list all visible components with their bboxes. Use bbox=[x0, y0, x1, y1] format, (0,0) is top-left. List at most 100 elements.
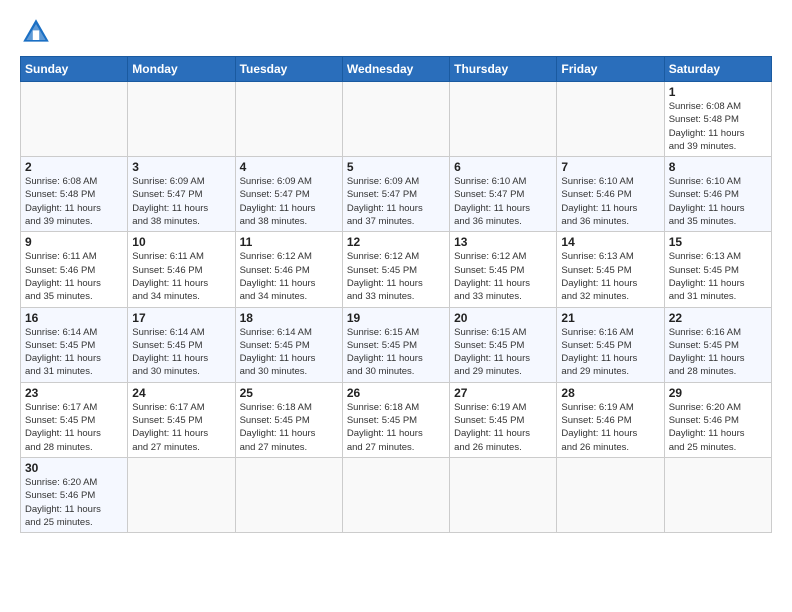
day-info: Sunrise: 6:17 AM Sunset: 5:45 PM Dayligh… bbox=[132, 401, 230, 454]
day-number: 29 bbox=[669, 386, 767, 400]
day-info: Sunrise: 6:17 AM Sunset: 5:45 PM Dayligh… bbox=[25, 401, 123, 454]
calendar-cell bbox=[235, 82, 342, 157]
day-number: 6 bbox=[454, 160, 552, 174]
header bbox=[20, 16, 772, 48]
calendar-cell: 23Sunrise: 6:17 AM Sunset: 5:45 PM Dayli… bbox=[21, 382, 128, 457]
weekday-header-row: SundayMondayTuesdayWednesdayThursdayFrid… bbox=[21, 57, 772, 82]
week-row-3: 9Sunrise: 6:11 AM Sunset: 5:46 PM Daylig… bbox=[21, 232, 772, 307]
day-info: Sunrise: 6:19 AM Sunset: 5:46 PM Dayligh… bbox=[561, 401, 659, 454]
day-info: Sunrise: 6:12 AM Sunset: 5:45 PM Dayligh… bbox=[454, 250, 552, 303]
calendar-cell: 4Sunrise: 6:09 AM Sunset: 5:47 PM Daylig… bbox=[235, 157, 342, 232]
day-number: 20 bbox=[454, 311, 552, 325]
day-number: 14 bbox=[561, 235, 659, 249]
day-info: Sunrise: 6:18 AM Sunset: 5:45 PM Dayligh… bbox=[347, 401, 445, 454]
calendar-cell: 9Sunrise: 6:11 AM Sunset: 5:46 PM Daylig… bbox=[21, 232, 128, 307]
logo bbox=[20, 16, 56, 48]
week-row-1: 1Sunrise: 6:08 AM Sunset: 5:48 PM Daylig… bbox=[21, 82, 772, 157]
day-number: 9 bbox=[25, 235, 123, 249]
calendar-cell bbox=[342, 457, 449, 532]
calendar-cell bbox=[128, 457, 235, 532]
calendar-cell: 12Sunrise: 6:12 AM Sunset: 5:45 PM Dayli… bbox=[342, 232, 449, 307]
calendar-cell: 27Sunrise: 6:19 AM Sunset: 5:45 PM Dayli… bbox=[450, 382, 557, 457]
day-info: Sunrise: 6:12 AM Sunset: 5:46 PM Dayligh… bbox=[240, 250, 338, 303]
calendar-cell: 20Sunrise: 6:15 AM Sunset: 5:45 PM Dayli… bbox=[450, 307, 557, 382]
day-number: 22 bbox=[669, 311, 767, 325]
calendar-cell: 8Sunrise: 6:10 AM Sunset: 5:46 PM Daylig… bbox=[664, 157, 771, 232]
weekday-header-tuesday: Tuesday bbox=[235, 57, 342, 82]
day-info: Sunrise: 6:20 AM Sunset: 5:46 PM Dayligh… bbox=[669, 401, 767, 454]
logo-icon bbox=[20, 16, 52, 48]
calendar-cell: 29Sunrise: 6:20 AM Sunset: 5:46 PM Dayli… bbox=[664, 382, 771, 457]
calendar-cell: 13Sunrise: 6:12 AM Sunset: 5:45 PM Dayli… bbox=[450, 232, 557, 307]
day-number: 28 bbox=[561, 386, 659, 400]
day-number: 23 bbox=[25, 386, 123, 400]
weekday-header-monday: Monday bbox=[128, 57, 235, 82]
calendar-cell: 6Sunrise: 6:10 AM Sunset: 5:47 PM Daylig… bbox=[450, 157, 557, 232]
week-row-2: 2Sunrise: 6:08 AM Sunset: 5:48 PM Daylig… bbox=[21, 157, 772, 232]
calendar-cell bbox=[235, 457, 342, 532]
day-info: Sunrise: 6:19 AM Sunset: 5:45 PM Dayligh… bbox=[454, 401, 552, 454]
calendar-cell: 10Sunrise: 6:11 AM Sunset: 5:46 PM Dayli… bbox=[128, 232, 235, 307]
week-row-4: 16Sunrise: 6:14 AM Sunset: 5:45 PM Dayli… bbox=[21, 307, 772, 382]
day-number: 25 bbox=[240, 386, 338, 400]
day-number: 26 bbox=[347, 386, 445, 400]
calendar-cell: 24Sunrise: 6:17 AM Sunset: 5:45 PM Dayli… bbox=[128, 382, 235, 457]
day-number: 12 bbox=[347, 235, 445, 249]
day-number: 30 bbox=[25, 461, 123, 475]
weekday-header-sunday: Sunday bbox=[21, 57, 128, 82]
calendar-cell bbox=[21, 82, 128, 157]
calendar-cell bbox=[450, 82, 557, 157]
week-row-6: 30Sunrise: 6:20 AM Sunset: 5:46 PM Dayli… bbox=[21, 457, 772, 532]
day-number: 3 bbox=[132, 160, 230, 174]
weekday-header-friday: Friday bbox=[557, 57, 664, 82]
day-info: Sunrise: 6:11 AM Sunset: 5:46 PM Dayligh… bbox=[132, 250, 230, 303]
day-info: Sunrise: 6:08 AM Sunset: 5:48 PM Dayligh… bbox=[25, 175, 123, 228]
weekday-header-saturday: Saturday bbox=[664, 57, 771, 82]
day-info: Sunrise: 6:11 AM Sunset: 5:46 PM Dayligh… bbox=[25, 250, 123, 303]
calendar-cell: 3Sunrise: 6:09 AM Sunset: 5:47 PM Daylig… bbox=[128, 157, 235, 232]
calendar-cell: 26Sunrise: 6:18 AM Sunset: 5:45 PM Dayli… bbox=[342, 382, 449, 457]
week-row-5: 23Sunrise: 6:17 AM Sunset: 5:45 PM Dayli… bbox=[21, 382, 772, 457]
day-info: Sunrise: 6:13 AM Sunset: 5:45 PM Dayligh… bbox=[561, 250, 659, 303]
calendar-cell: 15Sunrise: 6:13 AM Sunset: 5:45 PM Dayli… bbox=[664, 232, 771, 307]
day-number: 15 bbox=[669, 235, 767, 249]
calendar-cell: 5Sunrise: 6:09 AM Sunset: 5:47 PM Daylig… bbox=[342, 157, 449, 232]
day-number: 5 bbox=[347, 160, 445, 174]
calendar-cell: 14Sunrise: 6:13 AM Sunset: 5:45 PM Dayli… bbox=[557, 232, 664, 307]
day-number: 18 bbox=[240, 311, 338, 325]
day-info: Sunrise: 6:14 AM Sunset: 5:45 PM Dayligh… bbox=[132, 326, 230, 379]
day-number: 17 bbox=[132, 311, 230, 325]
day-info: Sunrise: 6:08 AM Sunset: 5:48 PM Dayligh… bbox=[669, 100, 767, 153]
day-info: Sunrise: 6:18 AM Sunset: 5:45 PM Dayligh… bbox=[240, 401, 338, 454]
calendar-cell: 2Sunrise: 6:08 AM Sunset: 5:48 PM Daylig… bbox=[21, 157, 128, 232]
calendar-cell: 21Sunrise: 6:16 AM Sunset: 5:45 PM Dayli… bbox=[557, 307, 664, 382]
day-info: Sunrise: 6:16 AM Sunset: 5:45 PM Dayligh… bbox=[669, 326, 767, 379]
calendar-cell: 25Sunrise: 6:18 AM Sunset: 5:45 PM Dayli… bbox=[235, 382, 342, 457]
calendar-cell: 28Sunrise: 6:19 AM Sunset: 5:46 PM Dayli… bbox=[557, 382, 664, 457]
day-number: 11 bbox=[240, 235, 338, 249]
calendar-cell bbox=[557, 457, 664, 532]
calendar-cell: 7Sunrise: 6:10 AM Sunset: 5:46 PM Daylig… bbox=[557, 157, 664, 232]
day-number: 27 bbox=[454, 386, 552, 400]
calendar-cell: 19Sunrise: 6:15 AM Sunset: 5:45 PM Dayli… bbox=[342, 307, 449, 382]
calendar-cell bbox=[128, 82, 235, 157]
calendar-cell: 1Sunrise: 6:08 AM Sunset: 5:48 PM Daylig… bbox=[664, 82, 771, 157]
calendar-table: SundayMondayTuesdayWednesdayThursdayFrid… bbox=[20, 56, 772, 533]
calendar-cell: 11Sunrise: 6:12 AM Sunset: 5:46 PM Dayli… bbox=[235, 232, 342, 307]
calendar-cell bbox=[664, 457, 771, 532]
day-number: 19 bbox=[347, 311, 445, 325]
calendar-cell: 30Sunrise: 6:20 AM Sunset: 5:46 PM Dayli… bbox=[21, 457, 128, 532]
day-info: Sunrise: 6:13 AM Sunset: 5:45 PM Dayligh… bbox=[669, 250, 767, 303]
day-number: 4 bbox=[240, 160, 338, 174]
day-info: Sunrise: 6:15 AM Sunset: 5:45 PM Dayligh… bbox=[454, 326, 552, 379]
page: SundayMondayTuesdayWednesdayThursdayFrid… bbox=[0, 0, 792, 612]
day-info: Sunrise: 6:09 AM Sunset: 5:47 PM Dayligh… bbox=[240, 175, 338, 228]
calendar-cell: 18Sunrise: 6:14 AM Sunset: 5:45 PM Dayli… bbox=[235, 307, 342, 382]
day-number: 8 bbox=[669, 160, 767, 174]
day-number: 2 bbox=[25, 160, 123, 174]
calendar-cell: 16Sunrise: 6:14 AM Sunset: 5:45 PM Dayli… bbox=[21, 307, 128, 382]
day-info: Sunrise: 6:10 AM Sunset: 5:46 PM Dayligh… bbox=[669, 175, 767, 228]
day-info: Sunrise: 6:14 AM Sunset: 5:45 PM Dayligh… bbox=[240, 326, 338, 379]
day-info: Sunrise: 6:20 AM Sunset: 5:46 PM Dayligh… bbox=[25, 476, 123, 529]
calendar-cell bbox=[342, 82, 449, 157]
